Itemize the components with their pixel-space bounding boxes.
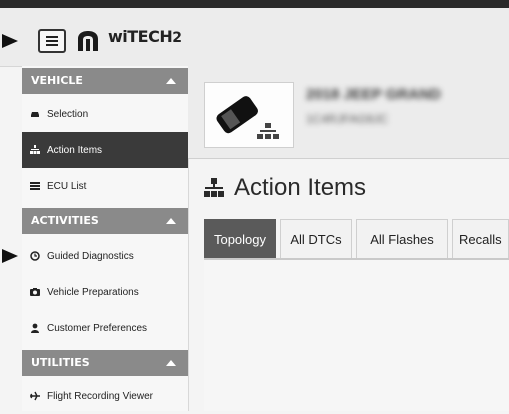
plane-icon — [28, 389, 42, 403]
clock-icon — [28, 249, 42, 263]
tab-topology[interactable]: Topology — [204, 219, 276, 258]
sidebar-item-label: Guided Diagnostics — [47, 250, 134, 262]
sitemap-icon — [257, 123, 279, 139]
window-top-strip — [0, 0, 509, 8]
chevron-up-icon — [166, 218, 176, 224]
sidebar-item-label: Flight Recording Viewer — [47, 390, 153, 402]
sidebar-item-label: Selection — [47, 108, 89, 120]
topology-content-area — [204, 260, 509, 411]
witech-logo-text: wiTECH — [108, 27, 173, 46]
hamburger-menu-button[interactable] — [38, 29, 66, 53]
witech-logo: wiTECH2 — [108, 27, 182, 55]
chevron-up-icon — [166, 360, 176, 366]
section-header-vehicle[interactable]: VEHICLE — [22, 68, 188, 94]
sidebar-item-action-items[interactable]: Action Items — [22, 132, 188, 168]
list-icon — [28, 179, 42, 193]
sitemap-icon — [28, 143, 42, 157]
sidebar-item-guided-diagnostics[interactable]: Guided Diagnostics — [22, 238, 188, 274]
sidebar-item-label: ECU List — [47, 180, 87, 192]
witech-logo-version: 2 — [172, 30, 182, 46]
vehicle-image — [216, 96, 279, 139]
sidebar-item-flight-recording-viewer[interactable]: Flight Recording Viewer — [22, 378, 188, 414]
sidebar-item-label: Action Items — [47, 144, 103, 156]
tab-all-flashes[interactable]: All Flashes — [356, 219, 448, 258]
camera-icon — [28, 285, 42, 299]
sidebar-item-label: Vehicle Preparations — [47, 286, 139, 298]
section-title-vehicle: VEHICLE — [31, 74, 83, 87]
page-title-text: Action Items — [234, 174, 367, 201]
annotation-arrow-guided — [2, 249, 18, 263]
user-icon — [28, 321, 42, 335]
sitemap-icon — [202, 176, 226, 200]
section-title-utilities: UTILITIES — [31, 356, 90, 369]
section-header-activities[interactable]: ACTIVITIES — [22, 208, 188, 234]
tab-recalls[interactable]: Recalls — [452, 219, 509, 258]
section-header-utilities[interactable]: UTILITIES — [22, 350, 188, 376]
vehicle-vin: 1C4RJFAG9JC — [306, 112, 389, 126]
mopar-logo — [78, 31, 98, 51]
sidebar-item-selection[interactable]: Selection — [22, 96, 188, 132]
sidebar-item-label: Customer Preferences — [47, 322, 148, 334]
sidebar-item-vehicle-preparations[interactable]: Vehicle Preparations — [22, 274, 188, 310]
top-bar: wiTECH2 — [0, 0, 509, 67]
tab-all-dtcs[interactable]: All DTCs — [280, 219, 352, 258]
sidebar-item-ecu-list[interactable]: ECU List — [22, 168, 188, 204]
chevron-up-icon — [166, 78, 176, 84]
vehicle-thumbnail — [204, 82, 294, 148]
sidebar-item-customer-preferences[interactable]: Customer Preferences — [22, 310, 188, 346]
vehicle-card: 2018 JEEP GRAND 1C4RJFAG9JC — [188, 66, 509, 159]
car-icon — [28, 107, 42, 121]
page-title: Action Items — [202, 174, 366, 202]
tab-bar: Topology All DTCs All Flashes Recalls — [204, 219, 509, 260]
annotation-arrow-menu — [2, 34, 18, 48]
hamburger-icon — [46, 35, 58, 47]
section-title-activities: ACTIVITIES — [31, 214, 99, 227]
vehicle-name: 2018 JEEP GRAND — [306, 86, 441, 103]
sidebar: VEHICLE Selection Action Items ECU List … — [22, 66, 189, 411]
